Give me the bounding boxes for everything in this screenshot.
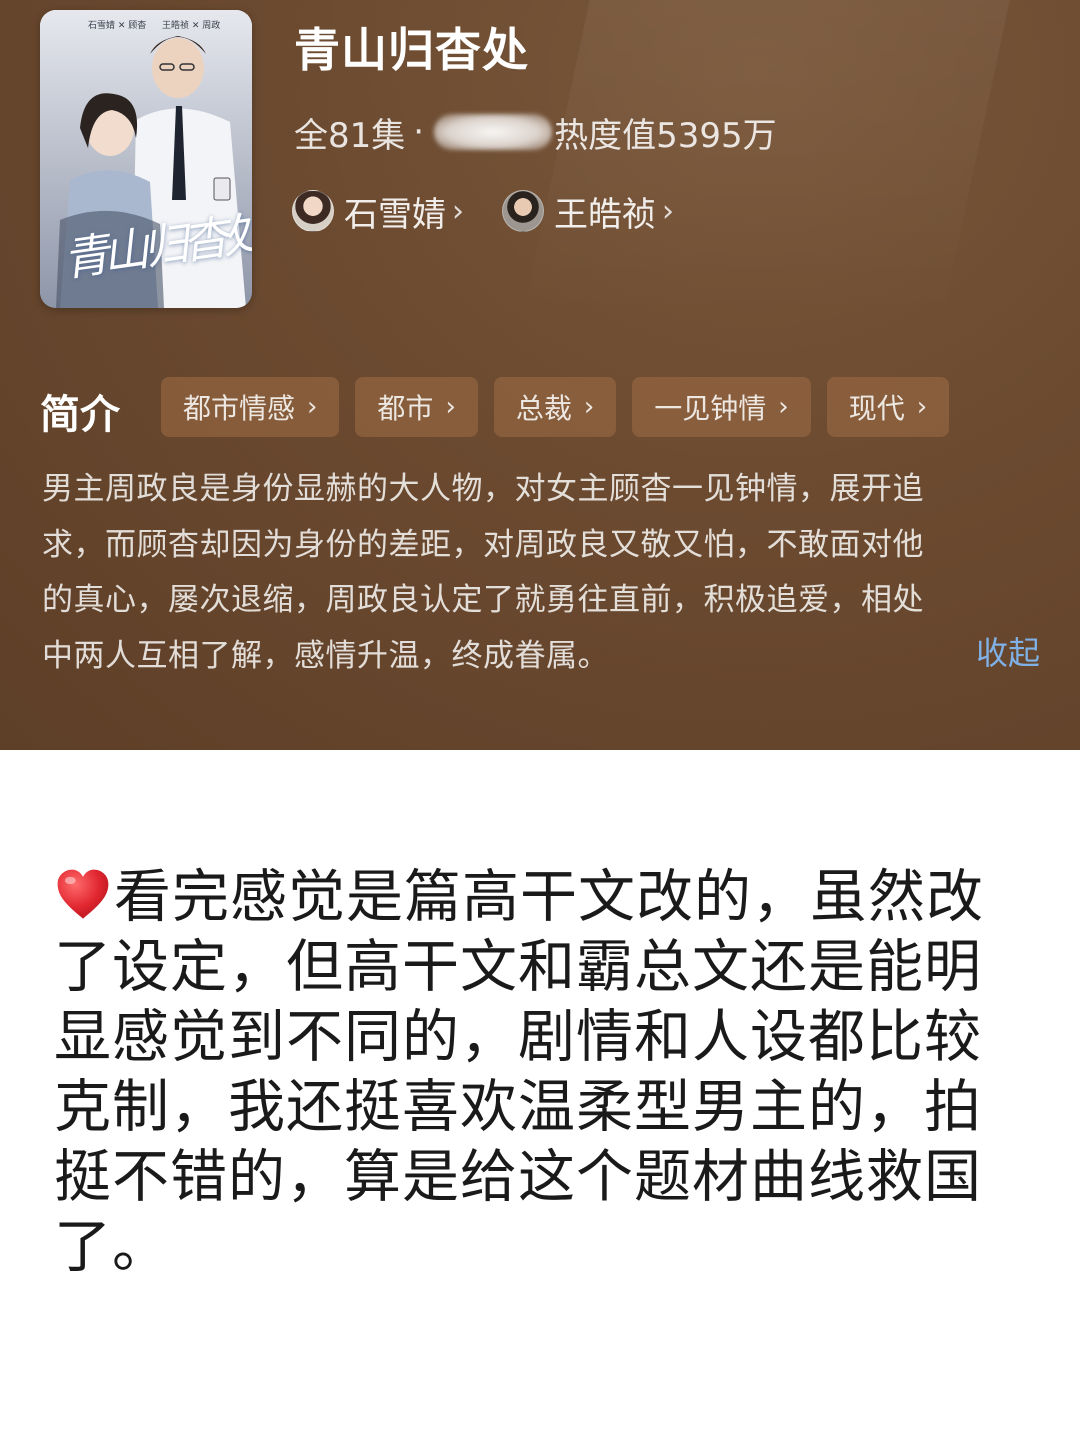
actor-name: 石雪婧: [344, 194, 446, 235]
heart-icon: [57, 869, 109, 919]
synopsis-line: 中两人互相了解，感情升温，终成眷属。: [42, 637, 609, 674]
review-comment: 看完感觉是篇高干文改的，虽然改 了设定，但高干文和霸总文还是能明 显感觉到不同的…: [54, 862, 1034, 1282]
tag-button[interactable]: 都市情感 ›: [161, 377, 340, 437]
tag-label: 都市情感: [183, 392, 296, 425]
synopsis-text: 男主周政良是身份显赫的大人物，对女主顾杳一见钟情，展开追 求，而顾杳却因为身份的…: [42, 462, 1042, 684]
genre-tags: 都市情感 › 都市 › 总裁 › 一见钟情 › 现代 ›: [161, 377, 965, 437]
tag-button[interactable]: 一见钟情 ›: [632, 377, 811, 437]
chevron-right-icon: ›: [583, 392, 595, 422]
synopsis-line: 的真心，屡次退缩，周政良认定了就勇往直前，积极追爱，相处: [42, 582, 924, 618]
actor-name: 王皓祯: [554, 194, 656, 235]
chevron-right-icon: ›: [452, 193, 464, 229]
background-sheen: [521, 0, 1019, 320]
tag-button[interactable]: 总裁 ›: [493, 377, 617, 437]
chevron-right-icon: ›: [916, 392, 928, 422]
chevron-right-icon: ›: [307, 392, 318, 422]
episode-count: 全81集: [294, 115, 406, 156]
tag-label: 现代: [848, 392, 905, 425]
chevron-right-icon: ›: [445, 392, 456, 422]
comment-line: 挺不错的，算是给这个题材曲线救国: [54, 1144, 982, 1210]
tag-label: 总裁: [515, 392, 572, 425]
actor-link-1[interactable]: 石雪婧 ›: [292, 187, 464, 236]
chevron-right-icon: ›: [662, 193, 674, 229]
comment-line: 了。: [54, 1214, 170, 1280]
tag-button[interactable]: 都市 ›: [355, 377, 478, 437]
redacted-blur: [434, 114, 553, 150]
comment-line: 了设定，但高干文和霸总文还是能明: [54, 934, 982, 1000]
comment-line: 看完感觉是篇高干文改的，虽然改: [54, 862, 1034, 932]
poster-credit-right: 王皓祯 ✕ 周政: [162, 21, 221, 31]
actor-link-2[interactable]: 王皓祯 ›: [502, 187, 674, 236]
actors-row: 石雪婧 › 王皓祯 ›: [292, 186, 712, 236]
tag-label: 都市: [377, 392, 434, 425]
actor-avatar: [502, 190, 544, 232]
comment-line: 显感觉到不同的，剧情和人设都比较: [54, 1004, 982, 1070]
comment-line: 克制，我还挺喜欢温柔型男主的，拍: [54, 1074, 982, 1140]
synopsis-line: 男主周政良是身份显赫的大人物，对女主顾杳一见钟情，展开追: [42, 471, 924, 507]
synopsis-line: 求，而顾杳却因为身份的差距，对周政良又敬又怕，不敢面对他: [42, 526, 924, 563]
intro-heading: 简介: [40, 392, 120, 438]
poster-credit-left: 石雪婧 ✕ 顾杳: [88, 21, 147, 31]
meta-separator: ·: [413, 112, 425, 152]
tag-button[interactable]: 现代 ›: [826, 377, 950, 437]
collapse-button[interactable]: 收起: [976, 628, 1040, 674]
chevron-right-icon: ›: [778, 392, 789, 422]
drama-poster[interactable]: 石雪婧 ✕ 顾杳 王皓祯 ✕ 周政 青山归杳处: [40, 10, 252, 308]
drama-meta: 全81集 · 热度值5395万: [294, 108, 777, 156]
drama-title: 青山归杳处: [294, 23, 529, 77]
drama-header-card: 石雪婧 ✕ 顾杳 王皓祯 ✕ 周政 青山归杳处 青山归杳处 全81集 · 热度值…: [0, 0, 1080, 750]
tag-label: 一见钟情: [654, 392, 767, 425]
actor-avatar: [292, 190, 334, 232]
heat-value: 热度值5395万: [554, 115, 777, 156]
comment-text: 看完感觉是篇高干文改的，虽然改: [114, 864, 984, 930]
